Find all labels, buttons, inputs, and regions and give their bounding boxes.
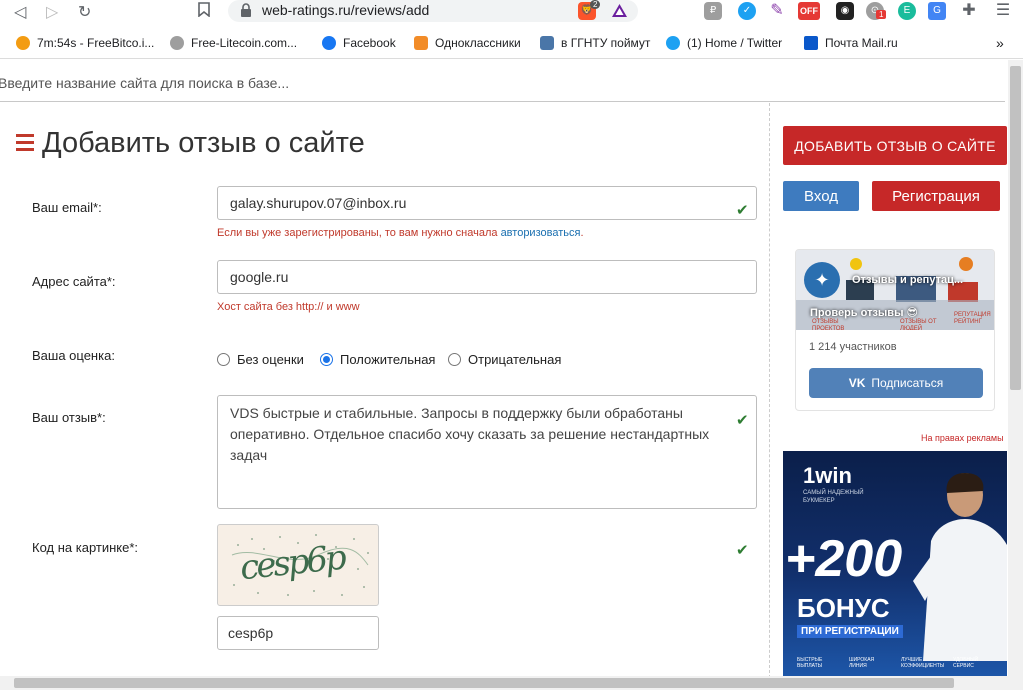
ad-feature: БЫСТРЫЕ ВЫПЛАТЫ — [797, 657, 823, 669]
vk-members-count: 1 214 участников — [809, 341, 897, 353]
captcha-label: Код на картинке*: — [32, 540, 139, 555]
vk-cover-label: РЕПУТАЦИЯ РЕЙТИНГ — [954, 312, 991, 325]
vk-cover-label: ОТЗЫВЫ ОТ ЛЮДЕЙ — [900, 319, 937, 330]
vertical-scroll-thumb[interactable] — [1010, 66, 1021, 390]
browser-menu-icon[interactable]: ☰ — [994, 2, 1012, 20]
reload-icon[interactable]: ↻ — [78, 2, 91, 22]
ad-bonus-title: БОНУС — [797, 593, 890, 623]
site-label: Адрес сайта*: — [32, 274, 116, 289]
bookmark-twitter[interactable]: (1) Home / Twitter — [666, 34, 782, 52]
vk-group-avatar: ✦ — [804, 262, 840, 298]
vk-icon — [540, 36, 554, 50]
ad-player-figure — [913, 473, 1007, 661]
bitcoin-icon — [16, 36, 30, 50]
ad-feature: ШИРОКАЯ ЛИНИЯ — [849, 657, 875, 669]
bookmark-mail-ru[interactable]: Почта Mail.ru — [804, 34, 898, 52]
vpn-badge: 1 — [876, 10, 887, 19]
ad-tagline: САМЫЙ НАДЕЖНЫЙ БУКМЕКЕР — [803, 490, 864, 504]
mask-extension-icon[interactable]: ◉ — [836, 2, 854, 20]
rating-label: Ваша оценка: — [32, 348, 115, 363]
vk-group-slogan: Проверь отзывы 😎 — [810, 307, 918, 319]
litecoin-icon — [170, 36, 184, 50]
off-extension-icon[interactable]: OFF — [798, 2, 820, 20]
vk-cover-label: ОТЗЫВЫ ПРОЕКТОВ — [812, 319, 845, 330]
pen-extension-icon[interactable]: ✎ — [768, 2, 786, 20]
brave-rewards-icon[interactable] — [611, 3, 628, 23]
site-hint: Хост сайта без http:// и www — [217, 301, 360, 313]
page-title: Добавить отзыв о сайте — [42, 127, 365, 159]
forward-icon[interactable]: ▷ — [46, 2, 58, 22]
site-address-field[interactable] — [217, 260, 757, 294]
email-hint: Если вы уже зарегистрированы, то вам нуж… — [217, 227, 584, 239]
email-valid-check-icon: ✔ — [736, 202, 749, 219]
radio-unchecked-icon — [448, 353, 461, 366]
review-label: Ваш отзыв*: — [32, 410, 106, 425]
mail-icon — [804, 36, 818, 50]
ruble-extension-icon[interactable]: ₽ — [704, 2, 722, 20]
captcha-valid-check-icon: ✔ — [736, 542, 749, 559]
facebook-icon — [322, 36, 336, 50]
horizontal-scroll-thumb[interactable] — [14, 678, 954, 688]
ad-brand: 1win — [803, 463, 852, 488]
telegram-extension-icon[interactable]: ✓ — [738, 2, 756, 20]
review-valid-check-icon: ✔ — [736, 412, 749, 429]
login-link[interactable]: авторизоваться — [501, 227, 581, 239]
back-icon[interactable]: ◁ — [14, 2, 26, 22]
e-extension-icon[interactable]: E — [898, 2, 916, 20]
list-icon — [16, 134, 34, 154]
more-bookmarks-button[interactable]: » — [996, 34, 1004, 52]
rating-none-radio[interactable]: Без оценки — [217, 352, 304, 367]
ad-feature: УДОБНЫЙ СЕРВИС — [953, 657, 979, 669]
site-search-input[interactable] — [0, 72, 498, 94]
ad-bonus-amount: +200 — [785, 530, 903, 588]
vk-group-widget: ✦ Отзывы и репутац... Проверь отзывы 😎 О… — [795, 249, 995, 411]
ad-feature: ЛУЧШИЕ КОЭФФИЦИЕНТЫ — [901, 657, 945, 669]
email-label: Ваш email*: — [32, 200, 102, 215]
url-text[interactable]: web-ratings.ru/reviews/add — [262, 2, 429, 18]
odnoklassniki-icon — [414, 36, 428, 50]
extensions-puzzle-icon[interactable]: ✚ — [960, 2, 978, 20]
vk-group-cover[interactable]: ✦ Отзывы и репутац... Проверь отзывы 😎 О… — [796, 250, 994, 330]
ad-bonus-subtitle: ПРИ РЕГИСТРАЦИИ — [797, 625, 903, 638]
ad-disclaimer: На правах рекламы — [921, 433, 1004, 443]
browser-toolbar: ◁ ▷ ↻ web-ratings.ru/reviews/add 🦁 2 ₽ ✓… — [0, 0, 1023, 24]
chrome-separator — [0, 58, 1023, 59]
bookmark-icon[interactable] — [198, 2, 210, 22]
rating-negative-radio[interactable]: Отрицательная — [448, 352, 561, 367]
bookmark-vk-ggntu[interactable]: в ГГНТУ поймут — [540, 34, 650, 52]
vk-subscribe-button[interactable]: VK Подписаться — [809, 368, 983, 398]
login-button[interactable]: Вход — [783, 181, 859, 211]
bookmark-odnoklassniki[interactable]: Одноклассники — [414, 34, 521, 52]
bookmark-freebitco[interactable]: 7m:54s - FreeBitco.i... — [16, 34, 154, 52]
captcha-input[interactable] — [217, 616, 379, 650]
radio-unchecked-icon — [217, 353, 230, 366]
register-button[interactable]: Регистрация — [872, 181, 1000, 211]
bookmark-facebook[interactable]: Facebook — [322, 34, 396, 52]
vk-group-name[interactable]: Отзывы и репутац... — [852, 274, 963, 286]
vk-icon: VK — [848, 376, 866, 390]
translate-extension-icon[interactable]: G — [928, 2, 946, 20]
captcha-image: cesp6p — [217, 524, 379, 606]
twitter-icon — [666, 36, 680, 50]
ad-banner-1win[interactable]: 1win САМЫЙ НАДЕЖНЫЙ БУКМЕКЕР +200 БОНУС … — [783, 451, 1007, 676]
rating-positive-radio[interactable]: Положительная — [320, 352, 435, 367]
add-review-button[interactable]: ДОБАВИТЬ ОТЗЫВ О САЙТЕ — [783, 126, 1007, 165]
email-field[interactable] — [217, 186, 757, 220]
radio-checked-icon — [320, 353, 333, 366]
review-textarea[interactable]: VDS быстрые и стабильные. Запросы в подд… — [217, 395, 757, 509]
bookmark-free-litecoin[interactable]: Free-Litecoin.com... — [170, 34, 297, 52]
lock-icon[interactable] — [240, 3, 252, 22]
